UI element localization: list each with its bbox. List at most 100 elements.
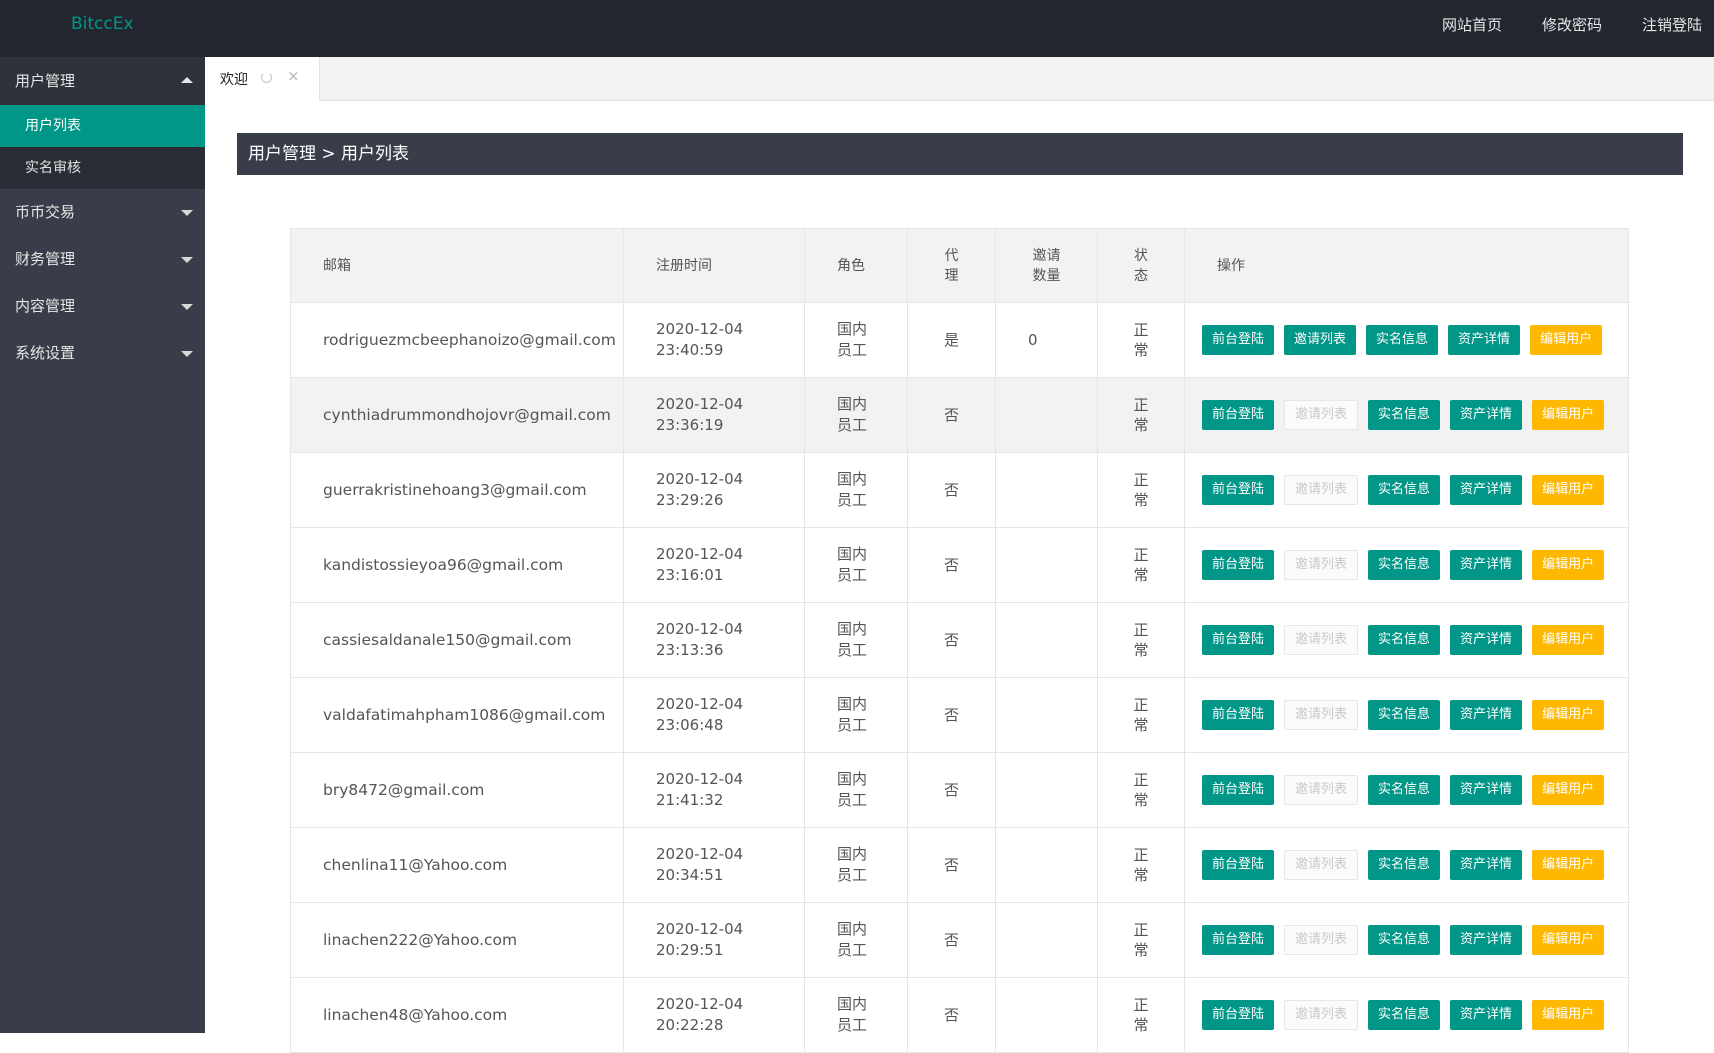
asset-details-button[interactable]: 资产详情 [1450, 775, 1523, 805]
front-login-button[interactable]: 前台登陆 [1202, 550, 1275, 580]
asset-details-button[interactable]: 资产详情 [1450, 700, 1523, 730]
edit-user-button[interactable]: 编辑用户 [1530, 325, 1603, 355]
sidebar-menu-user-management[interactable]: 用户管理 [0, 57, 205, 105]
asset-details-button[interactable]: 资产详情 [1448, 325, 1521, 355]
sidebar-menu-content[interactable]: 内容管理 [0, 283, 205, 330]
realname-info-button[interactable]: 实名信息 [1368, 550, 1441, 580]
edit-user-button[interactable]: 编辑用户 [1532, 850, 1605, 880]
close-icon[interactable]: × [287, 68, 300, 84]
realname-info-button[interactable]: 实名信息 [1368, 850, 1441, 880]
logo[interactable]: BitccEx [71, 14, 134, 34]
cell-time: 23:13:36 [656, 641, 724, 659]
nav-logout-link[interactable]: 注销登陆 [1622, 0, 1714, 57]
table-row: guerrakristinehoang3@gmail.com 2020-12-04… [290, 452, 1629, 528]
header-invite-count: 邀请数量 [995, 228, 1098, 303]
nav-change-password-link[interactable]: 修改密码 [1522, 0, 1622, 57]
asset-details-button[interactable]: 资产详情 [1450, 1000, 1523, 1030]
breadcrumb-text: 用户管理 > 用户列表 [248, 144, 410, 164]
cell-agent: 否 [907, 602, 996, 678]
edit-user-button[interactable]: 编辑用户 [1532, 475, 1605, 505]
cell-date: 2020-12-04 [656, 620, 744, 638]
realname-info-button[interactable]: 实名信息 [1368, 775, 1441, 805]
realname-info-button[interactable]: 实名信息 [1368, 700, 1441, 730]
realname-info-button[interactable]: 实名信息 [1368, 1000, 1441, 1030]
front-login-button[interactable]: 前台登陆 [1202, 400, 1275, 430]
cell-reg-time: 2020-12-04 21:41:32 [623, 752, 805, 828]
cell-time: 23:40:59 [656, 341, 724, 359]
front-login-button[interactable]: 前台登陆 [1202, 850, 1275, 880]
asset-details-button[interactable]: 资产详情 [1450, 850, 1523, 880]
header-email: 邮箱 [290, 228, 624, 303]
cell-role: 国内员工 [804, 677, 908, 753]
cell-role: 国内员工 [804, 977, 908, 1053]
sidebar-menu-finance[interactable]: 财务管理 [0, 236, 205, 283]
cell-status: 正常 [1097, 827, 1185, 903]
realname-info-button[interactable]: 实名信息 [1366, 325, 1439, 355]
cell-status: 正常 [1097, 302, 1185, 378]
invite-list-button[interactable]: 邀请列表 [1284, 700, 1359, 730]
header-role: 角色 [804, 228, 908, 303]
invite-list-button[interactable]: 邀请列表 [1284, 775, 1359, 805]
asset-details-button[interactable]: 资产详情 [1450, 400, 1523, 430]
realname-info-button[interactable]: 实名信息 [1368, 925, 1441, 955]
refresh-icon[interactable] [261, 72, 272, 83]
nav-home-link[interactable]: 网站首页 [1422, 0, 1522, 57]
header-status: 状态 [1097, 228, 1185, 303]
cell-agent: 是 [907, 302, 996, 378]
invite-list-button[interactable]: 邀请列表 [1284, 475, 1359, 505]
asset-details-button[interactable]: 资产详情 [1450, 475, 1523, 505]
sidebar-item-realname-review[interactable]: 实名审核 [0, 147, 205, 189]
cell-date: 2020-12-04 [656, 995, 744, 1013]
cell-invite-count [995, 452, 1098, 528]
table-row: linachen48@Yahoo.com 2020-12-04 20:22:28 国内… [290, 977, 1629, 1053]
invite-list-button[interactable]: 邀请列表 [1284, 625, 1359, 655]
cell-reg-time: 2020-12-04 23:40:59 [623, 302, 805, 378]
invite-list-button[interactable]: 邀请列表 [1284, 550, 1359, 580]
cell-invite-count [995, 752, 1098, 828]
front-login-button[interactable]: 前台登陆 [1202, 925, 1275, 955]
table-row: rodriguezmcbeephanoizo@gmail.com 2020-12-… [290, 302, 1629, 378]
sidebar-menu-system-settings[interactable]: 系统设置 [0, 330, 205, 377]
edit-user-button[interactable]: 编辑用户 [1532, 550, 1605, 580]
caret-down-icon [181, 304, 193, 310]
front-login-button[interactable]: 前台登陆 [1202, 475, 1275, 505]
invite-list-button[interactable]: 邀请列表 [1284, 850, 1359, 880]
edit-user-button[interactable]: 编辑用户 [1532, 400, 1605, 430]
edit-user-button[interactable]: 编辑用户 [1532, 1000, 1605, 1030]
sidebar-item-user-list[interactable]: 用户列表 [0, 105, 205, 147]
front-login-button[interactable]: 前台登陆 [1202, 325, 1275, 355]
cell-ops: 前台登陆 邀请列表 实名信息 资产详情 编辑用户 [1184, 752, 1629, 828]
sidebar-menu-label: 内容管理 [15, 297, 76, 315]
asset-details-button[interactable]: 资产详情 [1450, 625, 1523, 655]
invite-list-button[interactable]: 邀请列表 [1284, 325, 1357, 355]
cell-status: 正常 [1097, 752, 1185, 828]
cell-date: 2020-12-04 [656, 545, 744, 563]
edit-user-button[interactable]: 编辑用户 [1532, 700, 1605, 730]
front-login-button[interactable]: 前台登陆 [1202, 775, 1275, 805]
invite-list-button[interactable]: 邀请列表 [1284, 925, 1359, 955]
cell-email: guerrakristinehoang3@gmail.com [290, 452, 624, 528]
sidebar-menu-label: 系统设置 [15, 344, 76, 362]
front-login-button[interactable]: 前台登陆 [1202, 625, 1275, 655]
edit-user-button[interactable]: 编辑用户 [1532, 625, 1605, 655]
tab-welcome[interactable]: 欢迎 × [205, 57, 320, 101]
realname-info-button[interactable]: 实名信息 [1368, 625, 1441, 655]
front-login-button[interactable]: 前台登陆 [1202, 1000, 1275, 1030]
invite-list-button[interactable]: 邀请列表 [1284, 400, 1359, 430]
cell-date: 2020-12-04 [656, 395, 744, 413]
realname-info-button[interactable]: 实名信息 [1368, 400, 1441, 430]
realname-info-button[interactable]: 实名信息 [1368, 475, 1441, 505]
edit-user-button[interactable]: 编辑用户 [1532, 925, 1605, 955]
cell-email: rodriguezmcbeephanoizo@gmail.com [290, 302, 624, 378]
asset-details-button[interactable]: 资产详情 [1450, 550, 1523, 580]
edit-user-button[interactable]: 编辑用户 [1532, 775, 1605, 805]
cell-reg-time: 2020-12-04 20:34:51 [623, 827, 805, 903]
front-login-button[interactable]: 前台登陆 [1202, 700, 1275, 730]
cell-status: 正常 [1097, 527, 1185, 603]
asset-details-button[interactable]: 资产详情 [1450, 925, 1523, 955]
cell-email: linachen222@Yahoo.com [290, 902, 624, 978]
sidebar-menu-coin-trading[interactable]: 币币交易 [0, 189, 205, 236]
cell-status: 正常 [1097, 452, 1185, 528]
invite-list-button[interactable]: 邀请列表 [1284, 1000, 1359, 1030]
cell-invite-count [995, 827, 1098, 903]
